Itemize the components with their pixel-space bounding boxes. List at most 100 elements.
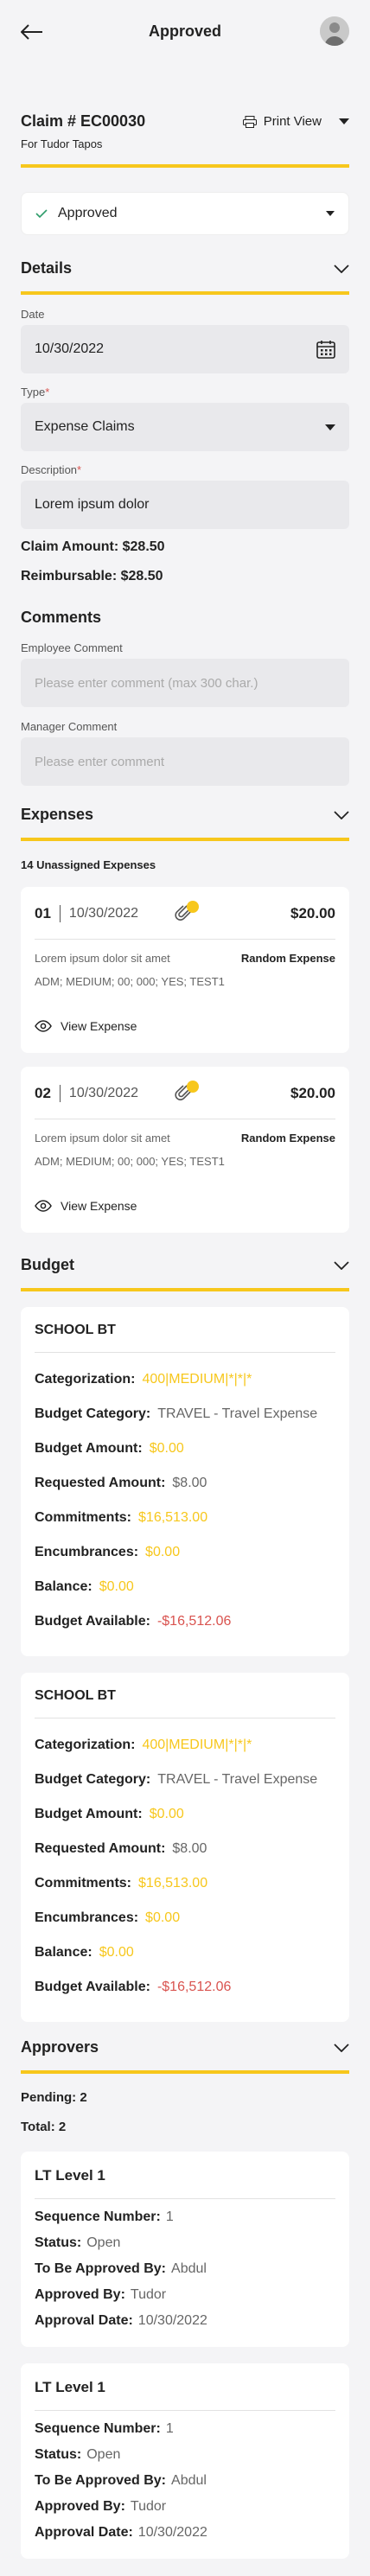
view-expense-link[interactable]: View Expense — [35, 1019, 335, 1033]
approver-card: LT Level 1 Sequence Number: 1 Status: Open… — [21, 2152, 349, 2347]
view-expense-label: View Expense — [61, 1019, 137, 1033]
budget-row-categorization: Categorization: 400|MEDIUM|*|*|* — [35, 1372, 252, 1387]
type-label: Type* — [21, 386, 50, 399]
approver-status: Status: Open — [35, 2447, 121, 2462]
approvers-section-header[interactable]: Approvers — [21, 2038, 349, 2056]
divider — [35, 2410, 335, 2411]
budget-name: SCHOOL BT — [35, 1688, 116, 1703]
expense-type: Random Expense — [240, 952, 335, 965]
separator — [59, 905, 61, 922]
expense-amount: $20.00 — [290, 1085, 335, 1101]
budget-name: SCHOOL BT — [35, 1323, 116, 1337]
employee-comment-label: Employee Comment — [21, 641, 123, 654]
comments-heading: Comments — [21, 609, 102, 626]
expenses-section-header[interactable]: Expenses — [21, 806, 349, 824]
calendar-icon[interactable] — [316, 340, 335, 359]
approver-to-be-approved-by: To Be Approved By: Abdul — [35, 2473, 207, 2488]
budget-row-balance: Balance: $0.00 — [35, 1579, 134, 1594]
chevron-down-icon — [334, 2043, 349, 2052]
budget-row-category: Budget Category: TRAVEL - Travel Expense — [35, 1772, 318, 1787]
approver-approved-by: Approved By: Tudor — [35, 2287, 167, 2302]
chevron-down-icon — [334, 264, 349, 273]
claim-amount: Claim Amount: $28.50 — [21, 539, 165, 554]
printer-icon — [242, 115, 257, 128]
budget-row-amount: Budget Amount: $0.00 — [35, 1807, 184, 1821]
approvers-total: Total: 2 — [21, 2120, 67, 2134]
approver-level: LT Level 1 — [35, 2167, 105, 2184]
budget-row-available: Budget Available: -$16,512.06 — [35, 1980, 232, 1994]
arrow-left-icon[interactable] — [21, 24, 43, 40]
chevron-down-icon — [326, 211, 335, 216]
divider — [35, 1352, 335, 1353]
type-select[interactable]: Expense Claims — [21, 403, 349, 451]
approver-approval-date: Approval Date: 10/30/2022 — [35, 2313, 207, 2328]
claim-header: Claim # EC00030 Print View For Tudor Tap… — [21, 112, 349, 150]
attachment-badge — [187, 1081, 199, 1093]
expense-amount: $20.00 — [290, 905, 335, 921]
top-bar: Approved — [0, 0, 370, 62]
approver-status: Status: Open — [35, 2235, 121, 2250]
expense-code: ADM; MEDIUM; 00; 000; YES; TEST1 — [35, 1155, 225, 1168]
expense-card[interactable]: 02 10/30/2022 $20.00 Lorem ipsum dolor s… — [21, 1067, 349, 1233]
budget-row-requested: Requested Amount: $8.00 — [35, 1841, 207, 1856]
print-view-button[interactable]: Print View — [242, 114, 349, 129]
view-expense-link[interactable]: View Expense — [35, 1199, 335, 1213]
status-value: Approved — [58, 206, 118, 220]
expense-number: 01 — [35, 905, 51, 921]
budget-row-encumbrances: Encumbrances: $0.00 — [35, 1545, 181, 1559]
divider — [35, 939, 335, 940]
details-section-header[interactable]: Details — [21, 259, 349, 277]
date-label: Date — [21, 308, 45, 321]
view-expense-label: View Expense — [61, 1199, 137, 1213]
expense-code: ADM; MEDIUM; 00; 000; YES; TEST1 — [35, 975, 225, 988]
approver-card: LT Level 1 Sequence Number: 1 Status: Open… — [21, 2363, 349, 2559]
expenses-heading: Expenses — [21, 806, 94, 823]
divider — [21, 2070, 349, 2074]
date-field[interactable]: 10/30/2022 — [21, 325, 349, 373]
page-title: Approved — [148, 22, 221, 40]
budget-row-balance: Balance: $0.00 — [35, 1945, 134, 1960]
claim-subtitle: For Tudor Tapos — [21, 137, 103, 150]
separator — [59, 1085, 61, 1102]
expense-description: Lorem ipsum dolor sit amet — [35, 952, 170, 965]
budget-row-requested: Requested Amount: $8.00 — [35, 1476, 207, 1490]
attachment-icon[interactable] — [175, 1081, 199, 1103]
divider — [35, 2198, 335, 2199]
budget-row-amount: Budget Amount: $0.00 — [35, 1441, 184, 1456]
budget-heading: Budget — [21, 1256, 74, 1273]
description-value: Lorem ipsum dolor — [35, 497, 150, 512]
unassigned-expenses: 14 Unassigned Expenses — [21, 858, 156, 871]
description-label: Description* — [21, 463, 82, 476]
expense-number: 02 — [35, 1085, 51, 1101]
chevron-down-icon — [334, 810, 349, 819]
chevron-down-icon — [334, 1260, 349, 1270]
expense-date: 10/30/2022 — [68, 1086, 138, 1100]
manager-comment-input[interactable]: Please enter comment — [21, 737, 349, 786]
budget-row-categorization: Categorization: 400|MEDIUM|*|*|* — [35, 1738, 252, 1752]
divider — [21, 164, 349, 168]
chevron-down-icon — [325, 424, 335, 430]
user-avatar-icon[interactable] — [320, 16, 349, 46]
eye-icon — [35, 1020, 52, 1032]
approver-sequence: Sequence Number: 1 — [35, 2209, 174, 2224]
approvers-heading: Approvers — [21, 2038, 99, 2056]
approver-sequence: Sequence Number: 1 — [35, 2421, 174, 2436]
manager-comment-placeholder: Please enter comment — [35, 754, 165, 769]
claim-title: Claim # EC00030 — [21, 112, 146, 130]
description-field[interactable]: Lorem ipsum dolor — [21, 481, 349, 529]
divider — [21, 838, 349, 841]
status-select[interactable]: Approved — [21, 192, 349, 235]
budget-section-header[interactable]: Budget — [21, 1256, 349, 1274]
employee-comment-input[interactable]: Please enter comment (max 300 char.) — [21, 659, 349, 707]
budget-row-encumbrances: Encumbrances: $0.00 — [35, 1910, 181, 1925]
check-icon — [35, 209, 48, 218]
expense-card[interactable]: 01 10/30/2022 $20.00 Lorem ipsum dolor s… — [21, 887, 349, 1053]
budget-row-category: Budget Category: TRAVEL - Travel Expense — [35, 1406, 318, 1421]
type-value: Expense Claims — [35, 419, 135, 434]
approver-approval-date: Approval Date: 10/30/2022 — [35, 2525, 207, 2540]
budget-card: SCHOOL BT Categorization: 400|MEDIUM|*|*|… — [21, 1307, 349, 1656]
expense-description: Lorem ipsum dolor sit amet — [35, 1132, 170, 1145]
attachment-icon[interactable] — [175, 901, 199, 923]
budget-row-available: Budget Available: -$16,512.06 — [35, 1614, 232, 1629]
reimbursable-amount: Reimbursable: $28.50 — [21, 569, 163, 583]
